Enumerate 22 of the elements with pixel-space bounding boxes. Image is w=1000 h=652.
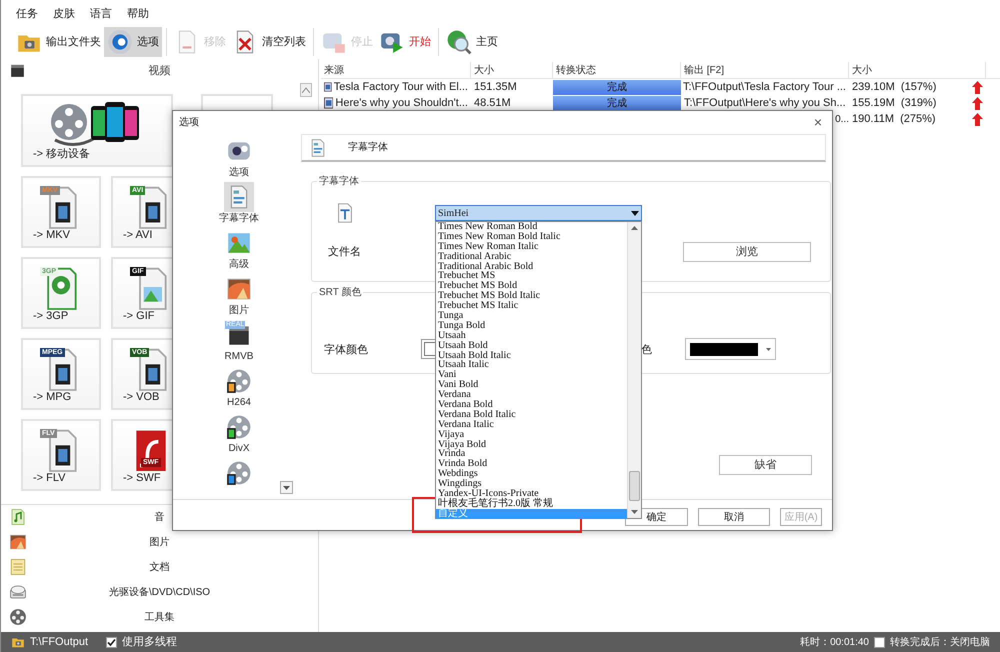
table-cell-text: 239.10M (157%) [852,80,936,95]
table-cell: 151.35M [474,80,517,93]
field-label: 字体颜色 [324,342,368,358]
dialog-title: 选项 [179,116,199,130]
checkbox-label: 使用多线程 [122,634,178,650]
table-cell-text: T:\FFOutput\Here's why you Sh... [684,96,846,111]
status-bar: 完成 [553,80,681,94]
field-label: 色 [641,343,652,358]
table-cell-text: Here's why you Shouldn't... [335,96,468,111]
section-header: 字幕字体 [301,134,826,162]
table-cell-text: Tesla Factory Tour with El... [334,80,468,95]
elapsed-time: 耗时：00:01:40 [800,636,869,650]
field-label: 文件名 [328,244,361,260]
section-title: 视频 [148,64,170,79]
table-cell: 48.51M [474,96,511,109]
table-cell-text: 190.11M (275%) [852,112,936,127]
checkbox-label: 转换完成后：关闭电脑 [890,636,990,650]
output-folder: T:\FFOutput [30,634,88,650]
table-cell-text: T:\FFOutput\Tesla Factory Tour ... [682,80,846,95]
table-cell-text: 155.19M (319%) [852,96,936,111]
table-cell-text: 0... [835,112,849,126]
status-bar: 完成 [553,96,681,110]
